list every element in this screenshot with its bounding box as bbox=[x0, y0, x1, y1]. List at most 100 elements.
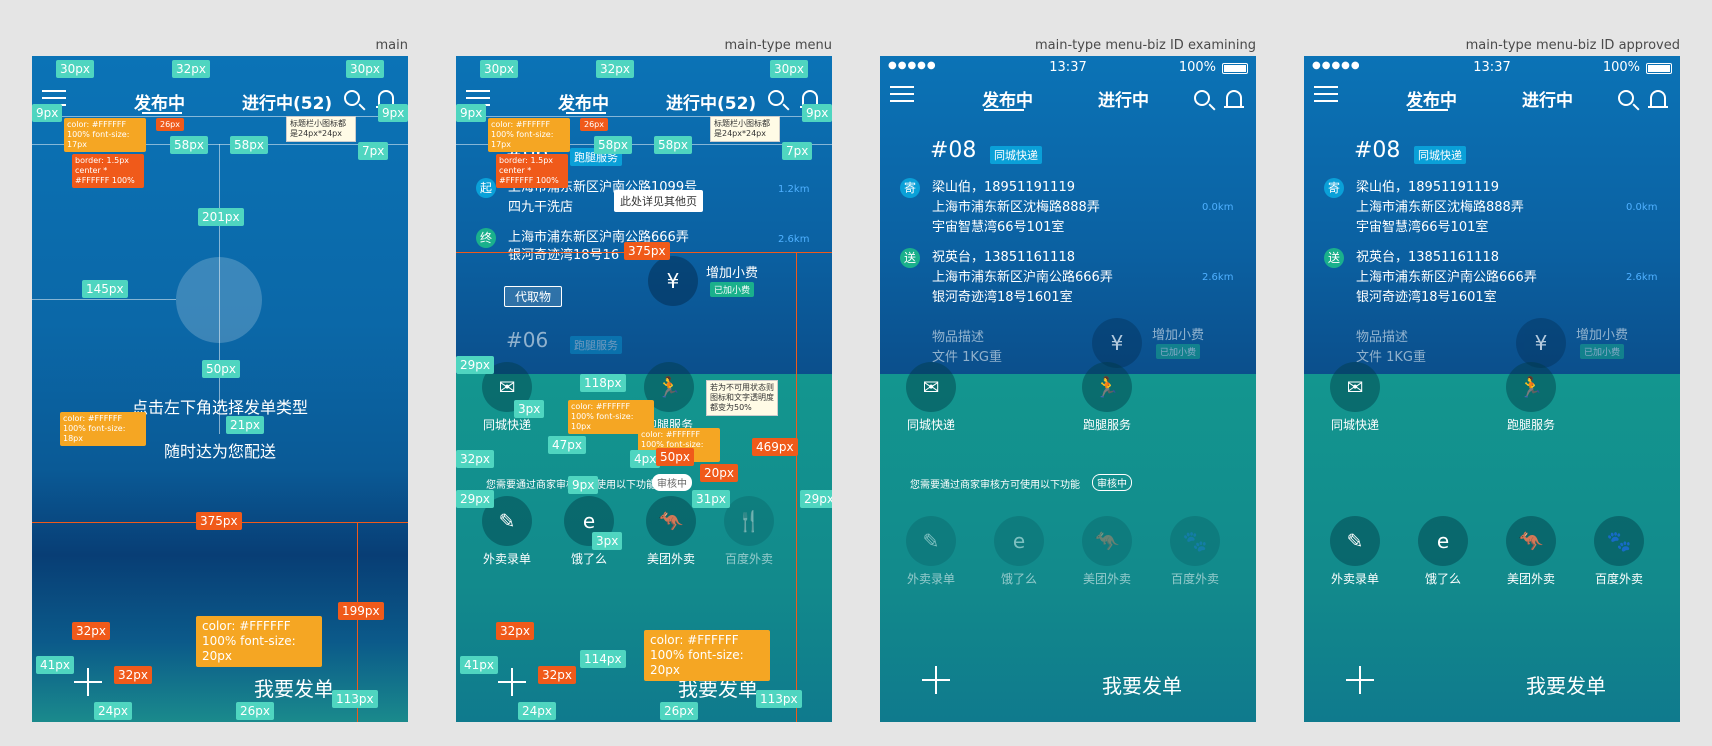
tab-in-progress[interactable]: 进行中 bbox=[1522, 86, 1573, 111]
menu-item-errand[interactable]: 跑腿服务 bbox=[1062, 416, 1152, 433]
receiver-address: 上海市浦东新区沪南公路666弄 bbox=[932, 270, 1113, 285]
measure: 31px bbox=[692, 490, 730, 508]
measure: 201px bbox=[198, 208, 244, 226]
measure: 26px bbox=[580, 118, 608, 131]
measure: 9px bbox=[32, 104, 63, 122]
sender-address: 上海市浦东新区沈梅路888弄 bbox=[932, 200, 1100, 215]
measure: 3px bbox=[514, 400, 545, 418]
tab-publishing[interactable]: 发布中 bbox=[1406, 86, 1457, 111]
plus-icon[interactable] bbox=[922, 666, 950, 694]
kangaroo-icon[interactable]: 🦘 bbox=[646, 496, 696, 546]
menu-item-takeout-entry[interactable]: 外卖录单 bbox=[1310, 570, 1400, 587]
sender-address-2: 宇宙智慧湾66号101室 bbox=[1356, 220, 1489, 235]
measure: 113px bbox=[332, 690, 378, 708]
tab-in-progress[interactable]: 进行中 bbox=[1098, 86, 1149, 111]
search-icon[interactable] bbox=[344, 90, 360, 106]
measure: 26px bbox=[156, 118, 184, 131]
spec-title: color: #FFFFFF 100% font-size: 17px bbox=[64, 118, 146, 152]
menu-item-errand[interactable]: 跑腿服务 bbox=[1486, 416, 1576, 433]
bell-icon[interactable] bbox=[1224, 90, 1244, 108]
phone-main: 发布中 进行中(52) 点击左下角选择发单类型 随时达为您配送 我要发单 30p… bbox=[32, 56, 408, 722]
receiver-distance: 2.6km bbox=[1626, 272, 1658, 283]
sender-badge: 寄 bbox=[900, 178, 920, 198]
publish-order-button[interactable]: 我要发单 bbox=[1102, 670, 1182, 699]
measure: 469px bbox=[752, 438, 798, 456]
plus-icon[interactable] bbox=[498, 668, 526, 696]
publish-order-button[interactable]: 我要发单 bbox=[254, 673, 334, 702]
tab-in-progress[interactable]: 进行中(52) bbox=[242, 89, 332, 114]
baidu-icon[interactable]: 🐾 bbox=[1594, 516, 1644, 566]
hint-delivery: 随时达为您配送 bbox=[164, 442, 277, 461]
measure: 375px bbox=[196, 512, 242, 530]
add-tip-label[interactable]: 增加小费 bbox=[1152, 324, 1204, 343]
search-icon[interactable] bbox=[1618, 90, 1634, 106]
battery-icon bbox=[1646, 63, 1672, 74]
form-icon[interactable]: ✎ bbox=[1330, 516, 1380, 566]
goods-value: 文件 1KG重 bbox=[1356, 350, 1427, 365]
goods-label: 物品描述 bbox=[1356, 330, 1409, 345]
baidu-icon[interactable]: 🍴 bbox=[724, 496, 774, 546]
plus-icon[interactable] bbox=[74, 668, 102, 696]
add-tip-label[interactable]: 增加小费 bbox=[706, 262, 758, 281]
search-icon[interactable] bbox=[768, 90, 784, 106]
tab-in-progress[interactable]: 进行中(52) bbox=[666, 89, 756, 114]
status-bar: ●●●●● 13:37 100% bbox=[1304, 56, 1680, 78]
tab-publishing[interactable]: 发布中 bbox=[558, 89, 609, 114]
note-disabled: 若为不可用状态则图标和文字透明度都变为50% bbox=[706, 380, 778, 416]
tip-icon[interactable]: ¥ bbox=[1092, 318, 1142, 368]
measure: 113px bbox=[756, 690, 802, 708]
phone-examining: ●●●●● 13:37 100% 发布中 进行中 #08 同城快递 寄 梁山伯，… bbox=[880, 56, 1256, 722]
publish-order-button[interactable]: 我要发单 bbox=[1526, 670, 1606, 699]
measure: 32px bbox=[72, 622, 110, 640]
menu-item-eleme[interactable]: 饿了么 bbox=[1398, 570, 1488, 587]
measure: 32px bbox=[456, 450, 494, 468]
eleme-icon[interactable]: e bbox=[1418, 516, 1468, 566]
tip-icon[interactable]: ¥ bbox=[648, 256, 698, 306]
tip-icon[interactable]: ¥ bbox=[1516, 318, 1566, 368]
baidu-icon: 🐾 bbox=[1170, 516, 1220, 566]
envelope-icon[interactable]: ✉ bbox=[906, 362, 956, 412]
measure: 24px bbox=[518, 702, 556, 720]
pickup-button[interactable]: 代取物 bbox=[504, 286, 563, 307]
bell-icon[interactable] bbox=[1648, 90, 1668, 108]
sender-distance: 0.0km bbox=[1202, 202, 1234, 213]
kangaroo-icon[interactable]: 🦘 bbox=[1506, 516, 1556, 566]
menu-item-takeout-entry[interactable]: 外卖录单 bbox=[462, 550, 552, 567]
battery-percent: 100% bbox=[1178, 60, 1216, 75]
measure: 50px bbox=[202, 360, 240, 378]
runner-icon[interactable]: 🏃 bbox=[1506, 362, 1556, 412]
menu-item-meituan[interactable]: 美团外卖 bbox=[1486, 570, 1576, 587]
measure: 30px bbox=[480, 60, 518, 78]
menu-item-baidu[interactable]: 百度外卖 bbox=[704, 550, 794, 567]
menu-item-city-express[interactable]: 同城快递 bbox=[886, 416, 976, 433]
tip-badge: 已加小费 bbox=[1156, 344, 1201, 359]
review-notice: 您需要通过商家审核方可使用以下功能 bbox=[910, 480, 1080, 491]
tab-publishing[interactable]: 发布中 bbox=[134, 89, 185, 114]
caption-main: main bbox=[375, 38, 408, 53]
menu-item-takeout-entry: 外卖录单 bbox=[906, 572, 955, 586]
menu-item-meituan: 美团外卖 bbox=[1082, 572, 1131, 586]
measure: 24px bbox=[94, 702, 132, 720]
add-tip-label[interactable]: 增加小费 bbox=[1576, 324, 1628, 343]
menu-item-city-express[interactable]: 同城快递 bbox=[1310, 416, 1400, 433]
plus-icon[interactable] bbox=[1346, 666, 1374, 694]
measure: 114px bbox=[580, 650, 626, 668]
measure: 118px bbox=[580, 374, 626, 392]
measure: 47px bbox=[548, 436, 586, 454]
menu-item-city-express[interactable]: 同城快递 bbox=[462, 416, 552, 433]
receiver-name: 祝英台，13851161118 bbox=[1356, 250, 1499, 265]
menu-icon[interactable] bbox=[890, 86, 914, 104]
menu-icon[interactable] bbox=[1314, 86, 1338, 104]
measure: 50px bbox=[656, 448, 694, 466]
runner-icon[interactable]: 🏃 bbox=[1082, 362, 1132, 412]
measure: 199px bbox=[338, 602, 384, 620]
spec-border: border: 1.5px center * #FFFFFF 100% bbox=[72, 154, 144, 188]
menu-item-meituan[interactable]: 美团外卖 bbox=[626, 550, 716, 567]
menu-item-eleme[interactable]: 饿了么 bbox=[544, 550, 634, 567]
tab-publishing[interactable]: 发布中 bbox=[982, 86, 1033, 111]
caption-approved: main-type menu-biz ID approved bbox=[1465, 38, 1680, 53]
search-icon[interactable] bbox=[1194, 90, 1210, 106]
menu-item-baidu[interactable]: 百度外卖 bbox=[1574, 570, 1664, 587]
start-address-2: 四九干洗店 bbox=[508, 200, 574, 215]
envelope-icon[interactable]: ✉ bbox=[1330, 362, 1380, 412]
